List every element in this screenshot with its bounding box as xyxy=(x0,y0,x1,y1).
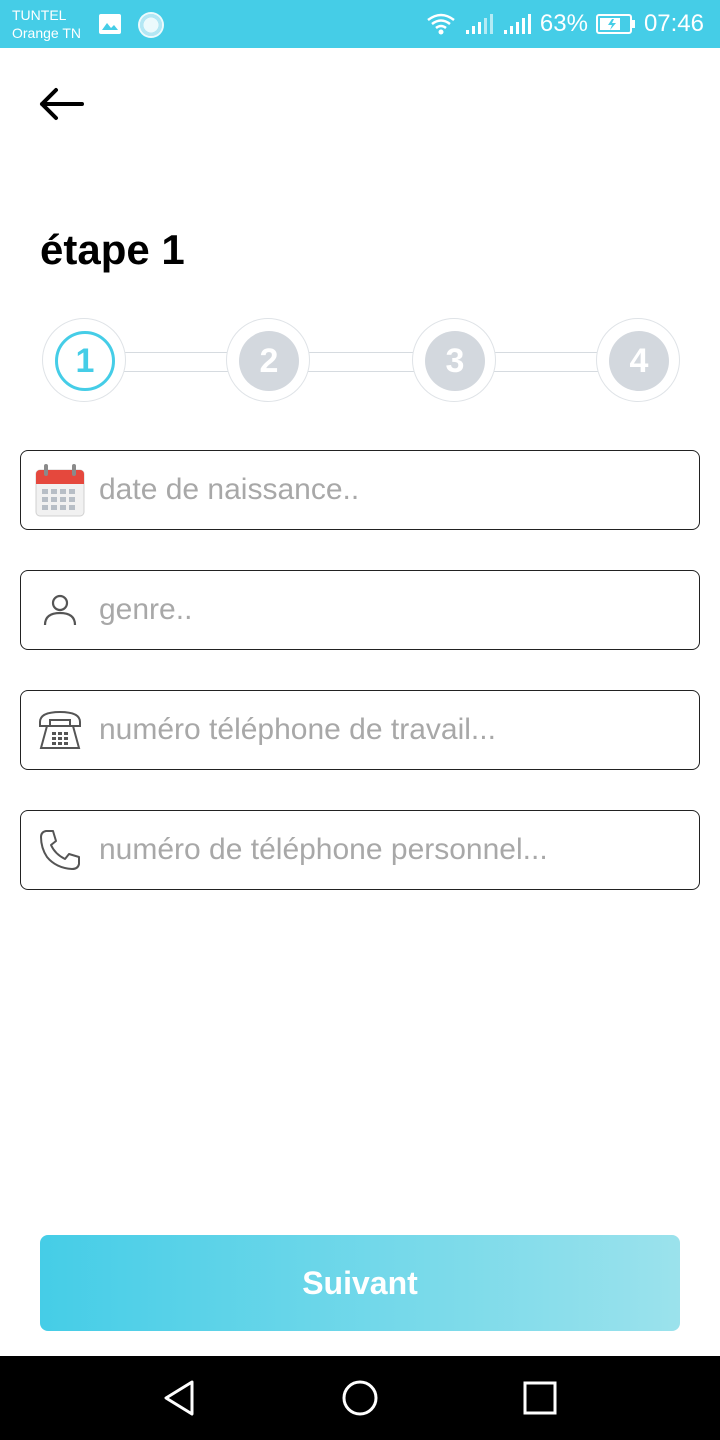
work-phone-input[interactable] xyxy=(99,700,679,760)
step-2: 2 xyxy=(226,318,310,402)
back-triangle-icon[interactable] xyxy=(158,1376,202,1420)
birth-date-field[interactable] xyxy=(20,450,700,530)
step-number: 3 xyxy=(425,331,485,391)
page-title: étape 1 xyxy=(40,226,185,273)
step-number: 4 xyxy=(609,331,669,391)
signal-icon xyxy=(503,14,531,34)
carrier-line2: Orange TN xyxy=(12,25,81,41)
arrow-left-icon xyxy=(40,88,84,120)
home-circle-icon[interactable] xyxy=(338,1376,382,1420)
stepper-line xyxy=(100,352,620,372)
next-button[interactable]: Suivant xyxy=(40,1235,680,1331)
progress-stepper: 1 2 3 4 xyxy=(40,318,680,404)
work-phone-field[interactable] xyxy=(20,690,700,770)
gender-input[interactable] xyxy=(99,580,679,640)
birth-date-input[interactable] xyxy=(99,460,679,520)
step-number: 2 xyxy=(239,331,299,391)
recents-square-icon[interactable] xyxy=(518,1376,562,1420)
person-icon xyxy=(21,571,99,649)
status-bar: TUNTEL Orange TN 63% 07:46 xyxy=(0,0,720,48)
image-icon xyxy=(99,14,121,34)
clock: 07:46 xyxy=(643,10,704,37)
step-3: 3 xyxy=(412,318,496,402)
phone-icon xyxy=(21,811,99,889)
gender-field[interactable] xyxy=(20,570,700,650)
personal-phone-field[interactable] xyxy=(20,810,700,890)
carrier-info: TUNTEL Orange TN xyxy=(12,6,81,42)
wifi-icon xyxy=(427,13,455,35)
battery-icon xyxy=(595,14,635,34)
carrier-line1: TUNTEL xyxy=(12,7,67,23)
step-1: 1 xyxy=(42,318,126,402)
signal-icon xyxy=(465,14,493,34)
step-4: 4 xyxy=(596,318,680,402)
status-right: 63% 07:46 xyxy=(426,0,704,48)
battery-percent: 63% xyxy=(539,10,588,37)
calendar-icon xyxy=(21,451,99,529)
back-button[interactable] xyxy=(36,82,88,126)
desk-phone-icon xyxy=(21,691,99,769)
step-number: 1 xyxy=(55,331,115,391)
loading-icon xyxy=(138,12,164,38)
personal-phone-input[interactable] xyxy=(99,820,679,880)
navigation-bar xyxy=(0,1356,720,1440)
